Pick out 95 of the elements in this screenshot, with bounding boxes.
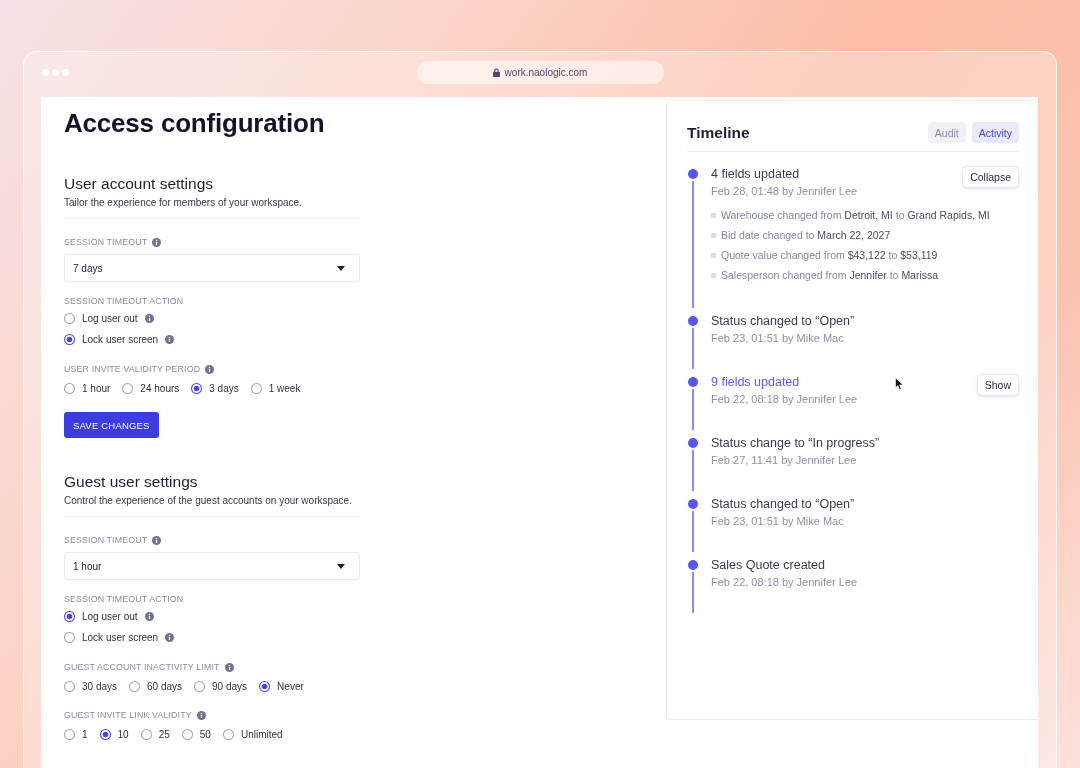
event-title: 4 fields updated [711, 166, 801, 183]
info-icon[interactable] [152, 237, 162, 247]
caret-icon [337, 563, 345, 569]
field-label: GUEST ACCOUNT INACTIVITY LIMIT [64, 662, 220, 672]
timeline-dot-icon [688, 316, 698, 326]
event-title: Status change to “In progress” [711, 435, 880, 452]
event-meta: Feb 22, 08:18 by Jennifer Lee [711, 575, 858, 590]
field-label: SESSION TIMEOUT ACTION [64, 594, 184, 604]
radio-option[interactable]: 25 [140, 724, 170, 744]
bullet-icon [711, 272, 716, 278]
event-meta: Feb 23, 01:51 by Mike Mac [711, 331, 845, 346]
radio-icon[interactable] [250, 382, 262, 394]
radio-icon[interactable] [64, 728, 75, 740]
radio-icon[interactable] [64, 334, 75, 345]
cursor-icon [895, 377, 904, 391]
radio-icon[interactable] [64, 680, 75, 692]
radio-option[interactable]: 30 days [64, 676, 118, 696]
info-icon[interactable] [196, 710, 206, 720]
info-icon[interactable] [144, 612, 154, 621]
radio-option[interactable]: 10 [99, 724, 129, 744]
radio-icon[interactable] [64, 382, 75, 394]
info-icon[interactable] [144, 314, 154, 323]
radio-option[interactable]: 1 [64, 724, 88, 744]
bullet-icon [711, 252, 716, 258]
radio-option[interactable]: Log user out [64, 606, 154, 627]
change-text: Warehouse changed from Detroit, MI to Grand Rapids, MI [721, 209, 990, 221]
timeline-dot-icon [688, 560, 698, 570]
event-meta: Feb 28, 01:48 by Jennifer Lee [711, 184, 858, 199]
radio-option[interactable]: 1 week [250, 378, 301, 398]
toggle-button[interactable]: Show [976, 374, 1019, 396]
radio-option[interactable]: 3 days [191, 378, 239, 398]
radio-option[interactable]: Unlimited [222, 724, 283, 744]
select-field[interactable]: 7 days [64, 254, 360, 282]
field-label: GUEST INVITE LINK VALIDITY [64, 710, 192, 720]
radio-icon[interactable] [181, 728, 193, 740]
timeline-dot-icon [688, 169, 698, 179]
event-meta: Feb 23, 01:51 by Mike Mac [711, 514, 845, 529]
radio-icon[interactable] [64, 611, 75, 622]
event-title: Status changed to “Open” [711, 496, 855, 513]
section-heading: User account settings [64, 174, 215, 194]
change-text: Bid date changed to March 22, 2027 [721, 229, 891, 241]
change-text: Quote value changed from $43,122 to $53,119 [721, 249, 938, 261]
radio-icon[interactable] [194, 680, 206, 692]
radio-icon[interactable] [99, 728, 111, 740]
event-meta: Feb 22, 08:18 by Jennifer Lee [711, 392, 858, 407]
radio-icon[interactable] [140, 728, 152, 740]
event-meta: Feb 27, 11:41 by Jennifer Lee [711, 453, 858, 468]
timeline-dot-icon [688, 438, 698, 448]
bullet-icon [711, 212, 716, 218]
change-text: Salesperson changed from Jennifer to Marissa [721, 269, 939, 281]
section-heading: Guest user settings [64, 472, 199, 492]
caret-icon [337, 265, 345, 271]
select-field[interactable]: 1 hour [64, 552, 360, 580]
info-icon[interactable] [205, 364, 215, 374]
url-text: work.naologic.com [504, 67, 588, 78]
radio-icon[interactable] [191, 382, 203, 394]
info-icon[interactable] [152, 535, 162, 545]
radio-option[interactable]: 90 days [194, 676, 248, 696]
radio-icon[interactable] [259, 680, 271, 692]
radio-option[interactable]: Lock user screen [64, 627, 175, 648]
field-label: USER INVITE VALIDITY PERIOD [64, 364, 201, 374]
section-description: Tailor the experience for members of your workspace. [64, 196, 302, 210]
tab[interactable]: Activity [971, 122, 1019, 143]
event-title: 9 fields updated [711, 374, 801, 391]
info-icon[interactable] [165, 633, 175, 642]
radio-option[interactable]: 24 hours [122, 378, 180, 398]
save-button[interactable]: SAVE CHANGES [64, 412, 159, 438]
radio-option[interactable]: Never [259, 676, 304, 696]
timeline-dot-icon [688, 499, 698, 509]
radio-option[interactable]: Log user out [64, 308, 154, 329]
info-icon[interactable] [224, 662, 234, 672]
field-label: SESSION TIMEOUT [64, 535, 148, 545]
bullet-icon [711, 232, 716, 238]
timeline-dot-icon [688, 377, 698, 387]
radio-option[interactable]: 50 [181, 724, 211, 744]
radio-option[interactable]: 1 hour [64, 378, 111, 398]
radio-icon[interactable] [122, 382, 134, 394]
lock-icon [492, 68, 500, 77]
field-label: SESSION TIMEOUT [64, 237, 148, 247]
field-label: SESSION TIMEOUT ACTION [64, 296, 184, 306]
info-icon[interactable] [165, 335, 175, 344]
page-title: Access configuration [64, 107, 326, 139]
address-bar[interactable]: work.naologic.com [416, 61, 664, 84]
window-dots-icon [42, 69, 69, 76]
radio-icon[interactable] [129, 680, 141, 692]
event-title: Status changed to “Open” [711, 313, 855, 330]
radio-icon[interactable] [222, 728, 234, 740]
timeline-title: Timeline [687, 122, 750, 143]
radio-icon[interactable] [64, 632, 75, 643]
section-description: Control the experience of the guest accounts on your workspace. [64, 494, 352, 508]
radio-icon[interactable] [64, 313, 75, 324]
radio-option[interactable]: 60 days [129, 676, 183, 696]
toggle-button[interactable]: Collapse [962, 166, 1019, 188]
radio-option[interactable]: Lock user screen [64, 329, 175, 350]
event-title: Sales Quote created [711, 557, 826, 574]
